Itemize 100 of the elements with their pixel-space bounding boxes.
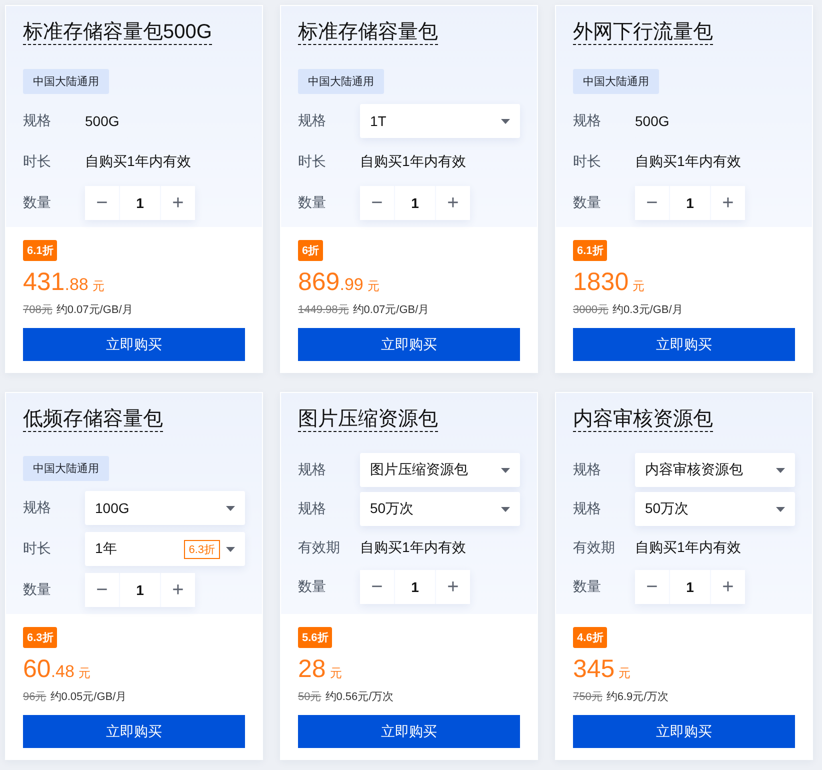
region-tag: 中国大陆通用 <box>298 69 384 94</box>
unit-price: 约0.07元/GB/月 <box>56 303 133 317</box>
product-title: 外网下行流量包 <box>573 21 713 45</box>
dropdown-select[interactable]: 1年 6.3折 <box>85 532 245 566</box>
original-price: 96元 <box>23 690 46 704</box>
decrement-button[interactable]: − <box>360 186 394 220</box>
quantity-field[interactable]: 1 <box>670 186 710 220</box>
field-label: 数量 <box>298 578 327 596</box>
field-label: 规格 <box>573 500 602 518</box>
increment-button[interactable]: + <box>161 186 195 220</box>
field-label: 时长 <box>23 540 52 558</box>
field-label: 规格 <box>573 461 602 479</box>
dropdown-select[interactable]: 内容审核资源包 <box>635 453 795 487</box>
caret-icon <box>226 546 235 552</box>
quantity-field[interactable]: 1 <box>395 570 435 604</box>
field-label: 数量 <box>573 578 602 596</box>
region-tag: 中国大陆通用 <box>23 456 109 481</box>
quantity-field[interactable]: 1 <box>395 186 435 220</box>
field-label: 数量 <box>23 581 52 599</box>
region-tag: 中国大陆通用 <box>573 69 659 94</box>
product-title: 低频存储容量包 <box>23 408 163 432</box>
dropdown-select[interactable]: 50万次 <box>635 492 795 526</box>
unit-price: 约0.56元/万次 <box>325 690 394 704</box>
discount-tag: 6.3折 <box>184 540 220 558</box>
original-price: 50元 <box>298 690 322 704</box>
product-title: 图片压缩资源包 <box>298 408 438 432</box>
quantity-field[interactable]: 1 <box>670 570 710 604</box>
discount-badge: 5.6折 <box>298 627 332 648</box>
increment-button[interactable]: + <box>436 186 470 220</box>
original-price: 1449.98元 <box>298 303 349 317</box>
field-label: 规格 <box>23 499 52 517</box>
caret-icon <box>501 506 510 512</box>
decrement-button[interactable]: − <box>85 573 119 607</box>
decrement-button[interactable]: − <box>635 186 669 220</box>
caret-icon <box>501 118 510 124</box>
decrement-button[interactable]: − <box>360 570 394 604</box>
increment-button[interactable]: + <box>436 570 470 604</box>
field-value: 自购买1年内有效 <box>635 153 741 171</box>
caret-icon <box>226 506 235 510</box>
field-label: 时长 <box>298 153 327 171</box>
buy-button[interactable]: 立即购买 <box>298 328 520 361</box>
discount-badge: 6.3折 <box>23 627 58 648</box>
quantity-field[interactable]: 1 <box>120 573 160 607</box>
field-value: 自购买1年内有效 <box>360 153 466 171</box>
caret-icon <box>776 468 785 472</box>
dropdown-select[interactable]: 100G <box>85 491 245 525</box>
price: 345 元 <box>573 654 631 685</box>
dropdown-select[interactable]: 1T <box>360 104 520 138</box>
buy-button[interactable]: 立即购买 <box>573 715 795 748</box>
field-label: 时长 <box>23 153 52 171</box>
product-title: 标准存储容量包500G <box>23 21 212 45</box>
original-price: 708元 <box>23 303 52 317</box>
discount-badge: 4.6折 <box>573 627 608 648</box>
field-label: 规格 <box>298 500 327 518</box>
field-label: 规格 <box>23 112 52 130</box>
quantity-field[interactable]: 1 <box>120 186 160 220</box>
increment-button[interactable]: + <box>711 570 745 604</box>
unit-price: 约0.05元/GB/月 <box>50 690 127 704</box>
unit-price: 约0.3元/GB/月 <box>612 303 683 317</box>
field-value: 自购买1年内有效 <box>85 153 191 171</box>
field-label: 规格 <box>298 461 327 479</box>
caret-icon <box>501 468 510 472</box>
original-price: 750元 <box>573 690 602 704</box>
field-value: 自购买1年内有效 <box>635 539 741 557</box>
unit-price: 约0.07元/GB/月 <box>352 303 430 317</box>
buy-button[interactable]: 立即购买 <box>573 328 795 361</box>
dropdown-select[interactable]: 图片压缩资源包 <box>360 453 520 487</box>
field-label: 数量 <box>573 194 602 212</box>
field-label: 规格 <box>298 112 327 130</box>
discount-badge: 6折 <box>298 240 324 261</box>
field-label: 有效期 <box>573 539 616 557</box>
dropdown-select[interactable]: 50万次 <box>360 492 520 526</box>
region-tag: 中国大陆通用 <box>23 69 109 94</box>
price: 1830 元 <box>573 267 645 298</box>
field-label: 数量 <box>298 194 327 212</box>
price: 60.48 元 <box>23 654 90 685</box>
field-label: 有效期 <box>298 539 341 557</box>
caret-icon <box>776 506 785 512</box>
field-value: 500G <box>85 113 120 129</box>
increment-button[interactable]: + <box>711 186 745 220</box>
discount-badge: 6.1折 <box>573 240 608 261</box>
product-title: 标准存储容量包 <box>298 21 438 45</box>
field-label: 规格 <box>573 112 602 130</box>
field-value: 自购买1年内有效 <box>360 539 466 557</box>
decrement-button[interactable]: − <box>635 570 669 604</box>
field-value: 500G <box>635 113 670 129</box>
field-label: 时长 <box>573 153 602 171</box>
price: 869.99 元 <box>298 267 380 298</box>
unit-price: 约6.9元/万次 <box>606 690 669 704</box>
product-title: 内容审核资源包 <box>573 408 713 432</box>
original-price: 3000元 <box>573 303 608 317</box>
buy-button[interactable]: 立即购买 <box>23 328 245 361</box>
increment-button[interactable]: + <box>161 573 195 607</box>
buy-button[interactable]: 立即购买 <box>23 715 245 748</box>
price: 431.88 元 <box>23 267 104 298</box>
field-label: 数量 <box>23 194 52 212</box>
buy-button[interactable]: 立即购买 <box>298 715 520 748</box>
discount-badge: 6.1折 <box>23 240 58 261</box>
decrement-button[interactable]: − <box>85 186 119 220</box>
price: 28 元 <box>298 654 342 685</box>
